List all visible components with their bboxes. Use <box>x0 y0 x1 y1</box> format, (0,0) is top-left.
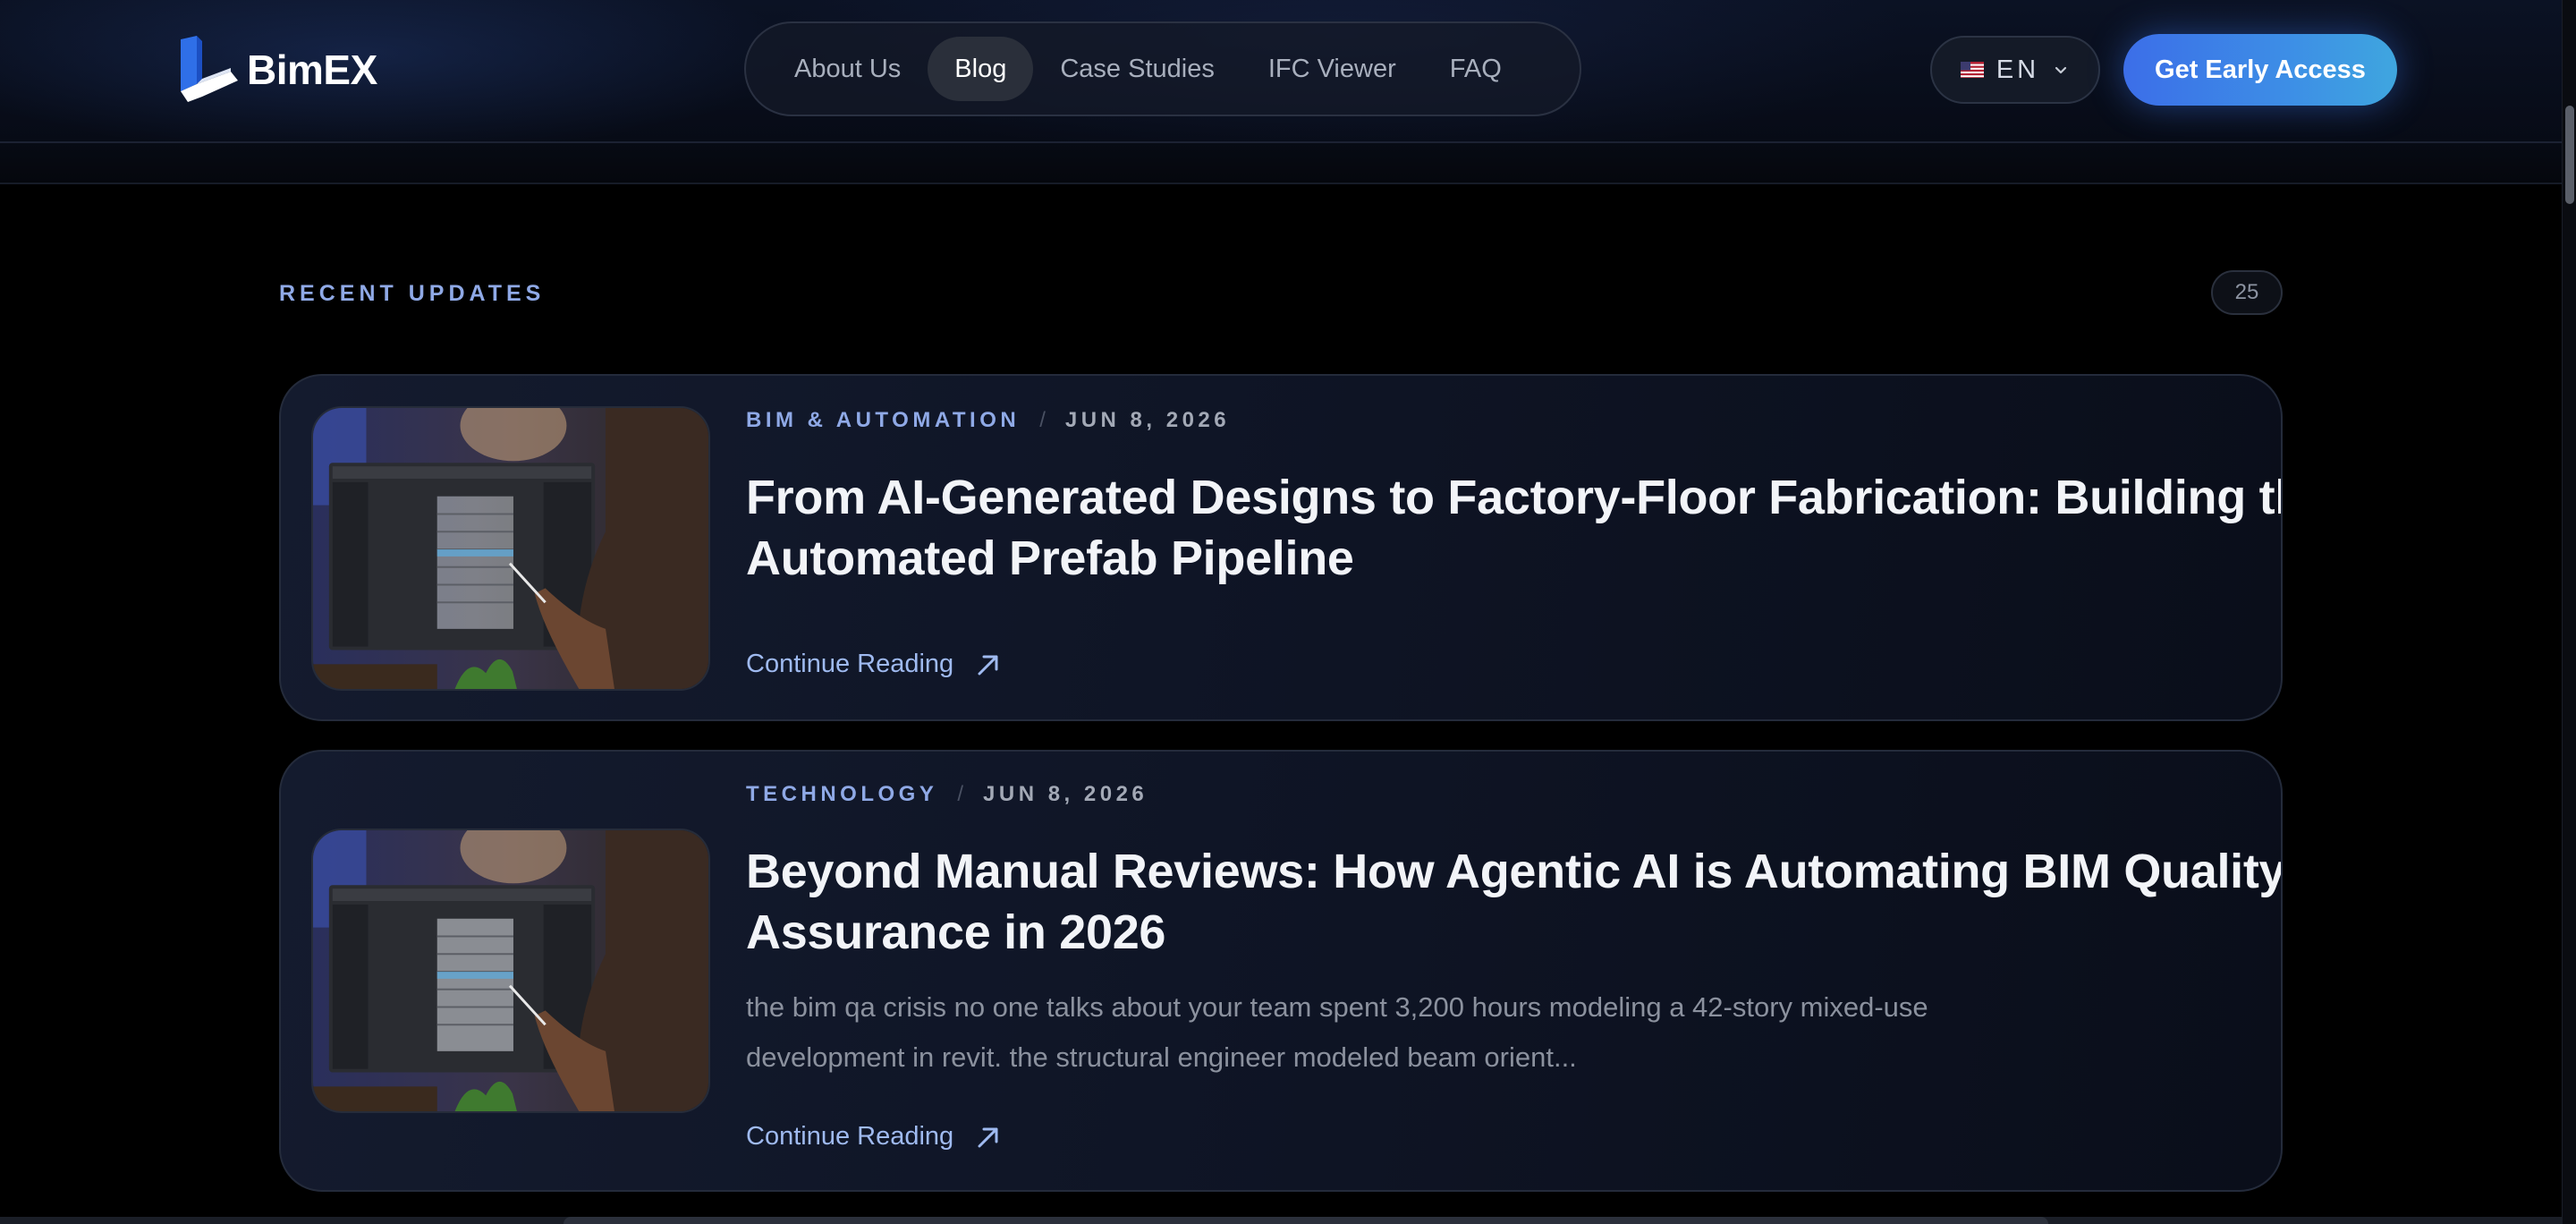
page-scrollbar[interactable] <box>2562 0 2576 1224</box>
nav-item-about-us[interactable]: About Us <box>767 37 928 101</box>
next-card-top <box>564 1217 2048 1224</box>
language-code: EN <box>1996 55 2040 84</box>
post-meta: TECHNOLOGY / JUN 8, 2026 <box>746 782 1148 807</box>
post-thumbnail-image <box>313 408 708 689</box>
continue-reading-label: Continue Reading <box>746 650 954 678</box>
arrow-up-right-icon <box>978 1127 998 1147</box>
post-date: JUN 8, 2026 <box>1064 408 1231 432</box>
post-card[interactable]: TECHNOLOGY / JUN 8, 2026 Beyond Manual R… <box>279 750 2283 1192</box>
continue-reading-link[interactable]: Continue Reading <box>746 650 1002 679</box>
bimex-logo-icon <box>181 36 238 102</box>
section-label: RECENT UPDATES <box>279 281 546 306</box>
post-thumbnail-image <box>313 830 708 1111</box>
nav-item-faq[interactable]: FAQ <box>1423 37 1529 101</box>
nav-item-ifc-viewer[interactable]: IFC Viewer <box>1241 37 1423 101</box>
post-category[interactable]: BIM & AUTOMATION <box>746 408 1020 433</box>
post-count-badge: 25 <box>2211 270 2283 315</box>
post-date: JUN 8, 2026 <box>983 782 1148 806</box>
post-title[interactable]: From AI-Generated Designs to Factory-Flo… <box>746 467 2281 589</box>
post-category[interactable]: TECHNOLOGY <box>746 782 937 807</box>
site-header: BimEX About Us Blog Case Studies IFC Vie… <box>0 0 2562 143</box>
nav-item-blog[interactable]: Blog <box>928 37 1034 101</box>
arrow-up-right-icon <box>978 655 998 675</box>
nav-item-case-studies[interactable]: Case Studies <box>1033 37 1241 101</box>
blog-page: BimEX About Us Blog Case Studies IFC Vie… <box>0 0 2576 1224</box>
get-early-access-button[interactable]: Get Early Access <box>2123 34 2397 106</box>
continue-reading-label: Continue Reading <box>746 1122 954 1151</box>
post-meta: BIM & AUTOMATION / JUN 8, 2026 <box>746 408 1230 433</box>
scrollbar-thumb[interactable] <box>2565 106 2574 204</box>
language-selector[interactable]: EN <box>1930 36 2100 104</box>
post-excerpt: the bim qa crisis no one talks about you… <box>746 991 1928 1073</box>
post-thumbnail[interactable] <box>311 406 710 691</box>
brand-name: BimEX <box>247 47 377 93</box>
meta-separator: / <box>957 782 964 806</box>
main-nav: About Us Blog Case Studies IFC Viewer FA… <box>744 21 1581 116</box>
post-thumbnail[interactable] <box>311 829 710 1113</box>
header-subband <box>0 143 2562 184</box>
post-card[interactable]: BIM & AUTOMATION / JUN 8, 2026 From AI-G… <box>279 374 2283 721</box>
continue-reading-link[interactable]: Continue Reading <box>746 1122 1002 1152</box>
us-flag-icon <box>1960 62 1984 78</box>
brand-logo[interactable]: BimEX <box>175 32 377 107</box>
post-title[interactable]: Beyond Manual Reviews: How Agentic AI is… <box>746 841 2281 963</box>
meta-separator: / <box>1039 408 1046 432</box>
chevron-down-icon <box>2055 66 2067 74</box>
